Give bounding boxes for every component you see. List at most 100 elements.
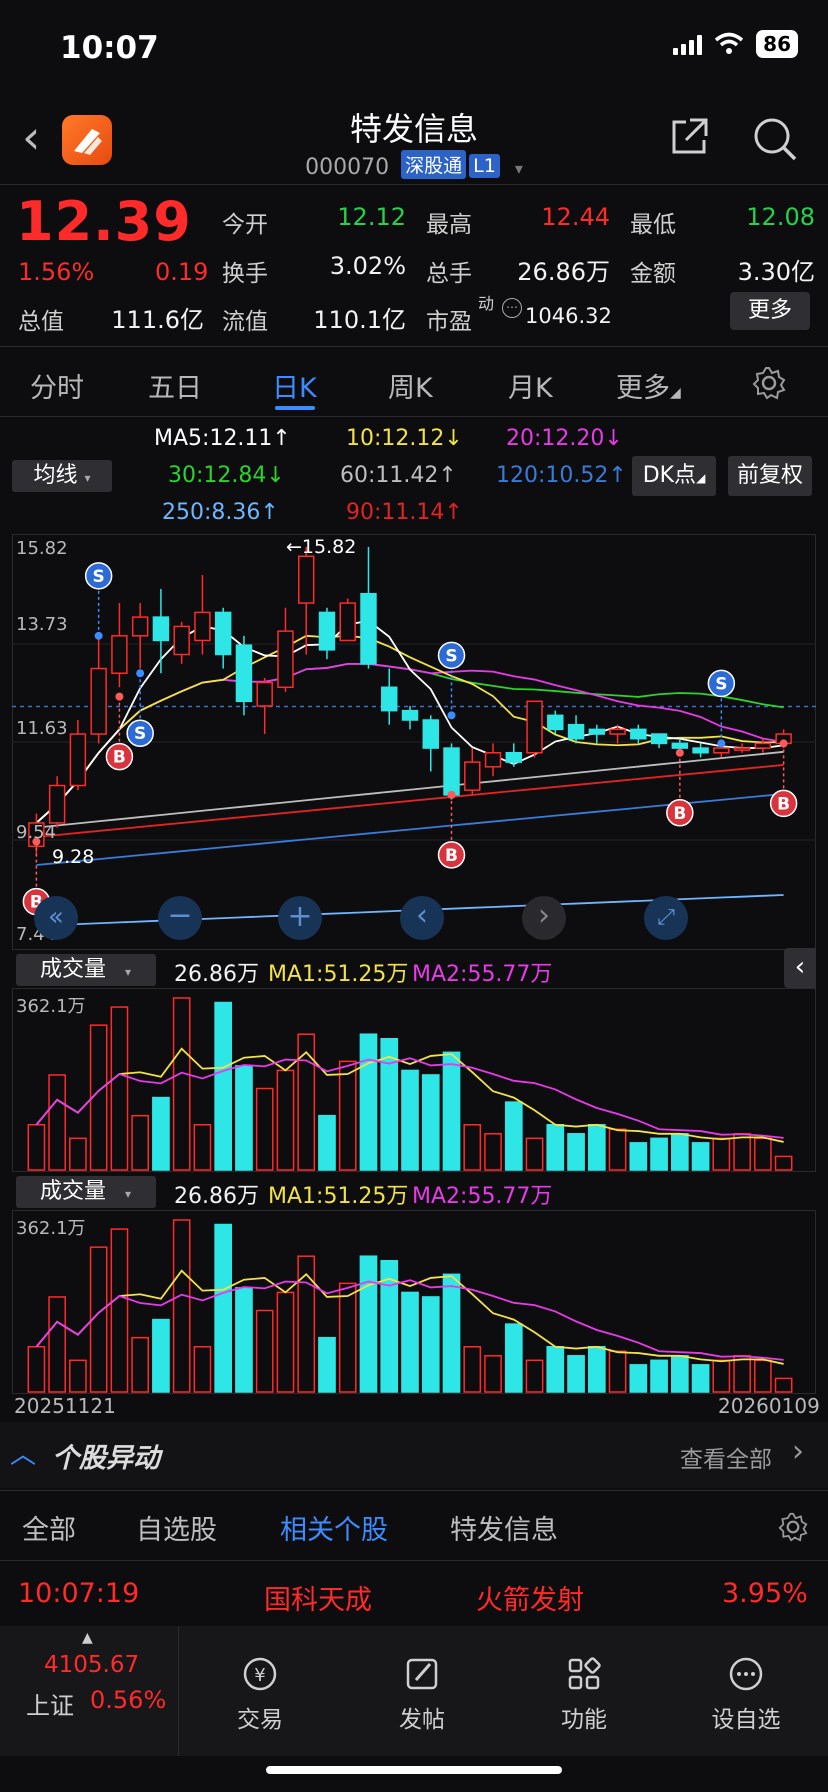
candle-body <box>754 742 772 749</box>
volume-bar <box>484 1355 502 1393</box>
subtab-settings-icon[interactable] <box>778 1512 808 1542</box>
candle-body <box>214 611 232 656</box>
amount-label: 金额 <box>630 261 676 287</box>
info-icon[interactable]: ⋯ <box>502 298 522 318</box>
candle-body <box>505 752 523 763</box>
fullscreen-icon[interactable]: ⤢ <box>644 896 688 940</box>
volume-bar <box>774 1377 793 1393</box>
nav-watchlist-label: 设自选 <box>711 1707 781 1733</box>
candle-body <box>69 733 87 787</box>
scroll-right-icon[interactable]: › <box>522 896 566 940</box>
index-pct: 0.56% <box>90 1686 167 1714</box>
candle-body <box>609 728 626 735</box>
volume-bar <box>712 1137 731 1171</box>
volume-bar <box>69 1359 87 1393</box>
view-all-link[interactable]: 查看全部 <box>680 1440 772 1474</box>
subtab-all[interactable]: 全部 <box>22 1508 76 1547</box>
volume-2-top-label: 362.1万 <box>16 1218 86 1239</box>
nav-trade[interactable]: ¥ 交易 <box>200 1654 320 1734</box>
home-indicator <box>266 1766 562 1774</box>
volume-selector-1[interactable]: 成交量 ▾ <box>16 954 156 986</box>
volume-bar <box>733 1355 751 1393</box>
more-quote-button[interactable]: 更多 <box>730 292 810 330</box>
marker-dot <box>717 739 726 748</box>
nav-function[interactable]: 功能 <box>524 1654 644 1734</box>
candle-body <box>277 630 294 689</box>
pe-label: 市盈 <box>426 309 472 335</box>
volume-value: 26.86万 <box>517 258 610 286</box>
dk-point-button[interactable]: DK点◢ <box>632 456 716 496</box>
tab-day-k[interactable]: 日K <box>272 366 317 405</box>
volume-bar <box>235 1287 253 1393</box>
candle-body <box>48 784 66 824</box>
volume-chart-1[interactable] <box>12 988 816 1172</box>
candle-body <box>630 728 647 740</box>
volume-bar <box>338 1060 357 1171</box>
nav-watchlist[interactable]: 设自选 <box>686 1654 806 1734</box>
subtab-stock[interactable]: 特发信息 <box>450 1508 558 1547</box>
kline-chart[interactable]: BSBSBSBSB <box>12 534 816 950</box>
adjust-button[interactable]: 前复权 <box>728 456 812 496</box>
ma-selector[interactable]: 均线 ▾ <box>12 460 112 492</box>
candle-body <box>401 709 419 721</box>
candle-body <box>733 747 751 751</box>
index-value: 4105.67 <box>44 1652 140 1678</box>
share-icon[interactable] <box>668 116 710 158</box>
rewind-icon[interactable]: « <box>34 896 78 940</box>
alert-time: 10:07:19 <box>18 1578 140 1609</box>
volume-bar <box>442 1051 461 1171</box>
marker-label: S <box>93 567 105 587</box>
volume-bar <box>359 1033 378 1171</box>
scroll-left-icon[interactable]: ‹ <box>400 896 444 940</box>
marker-dot <box>115 692 124 701</box>
volume-bar <box>650 1359 668 1393</box>
volume-chart-2[interactable] <box>12 1210 816 1394</box>
grid-icon <box>568 1657 601 1690</box>
volume-bar <box>629 1364 648 1393</box>
marker-dot <box>94 631 103 640</box>
tag-level: L1 <box>469 154 500 178</box>
volume-bar <box>774 1155 793 1171</box>
volume-bar <box>131 1114 150 1171</box>
nav-post[interactable]: 发帖 <box>362 1654 482 1734</box>
subtab-watchlist[interactable]: 自选股 <box>136 1508 217 1547</box>
tab-five-day[interactable]: 五日 <box>148 366 202 405</box>
turnover-value: 3.02% <box>329 252 406 280</box>
zoom-out-icon[interactable]: − <box>158 896 202 940</box>
volume-ma1-2: MA1:51.25万 <box>268 1184 409 1209</box>
volume-bar <box>172 1219 191 1393</box>
float-value: 110.1亿 <box>313 306 406 334</box>
chevron-up-icon[interactable]: ︿ <box>10 1434 36 1471</box>
volume-bar <box>691 1364 710 1393</box>
index-ticker[interactable]: ▲ 4105.67 上证 0.56% <box>0 1626 179 1756</box>
volume-bar <box>297 1255 316 1393</box>
alert-stock: 国科天成 <box>264 1585 372 1616</box>
subtab-related[interactable]: 相关个股 <box>280 1508 388 1547</box>
marker-label: S <box>445 646 457 666</box>
candle-body <box>339 602 356 642</box>
collapse-panel-icon[interactable]: ‹ <box>784 948 816 988</box>
marker-label: B <box>777 794 790 814</box>
volume-bar <box>525 1359 544 1393</box>
wifi-icon <box>715 32 744 54</box>
ma20-value: 20:12.20↓ <box>506 426 623 451</box>
tab-week-k[interactable]: 周K <box>388 366 433 405</box>
volume-selector-2[interactable]: 成交量 ▾ <box>16 1176 156 1208</box>
tab-month-k[interactable]: 月K <box>508 366 553 405</box>
pe-superscript: 动 <box>478 294 495 313</box>
abnormal-section-header[interactable]: ︿ 个股异动 查看全部 › <box>0 1422 828 1488</box>
ma-selector-label: 均线 <box>33 463 78 488</box>
dropdown-icon[interactable]: ▾ <box>515 159 523 178</box>
candle-body <box>588 728 606 735</box>
volume-bar <box>504 1323 523 1393</box>
marker-dot <box>675 748 684 757</box>
volume-bar <box>421 1296 440 1393</box>
tab-intraday[interactable]: 分时 <box>30 366 84 405</box>
zoom-in-icon[interactable]: + <box>278 896 322 940</box>
search-icon[interactable] <box>752 116 798 162</box>
high-value: 12.44 <box>541 203 610 231</box>
alert-pct: 3.95% <box>722 1578 808 1609</box>
alert-row[interactable]: 10:07:19 国科天成 火箭发射 3.95% <box>0 1578 828 1616</box>
tab-more[interactable]: 更多◢ <box>616 366 681 405</box>
settings-gear-icon[interactable] <box>752 366 786 400</box>
